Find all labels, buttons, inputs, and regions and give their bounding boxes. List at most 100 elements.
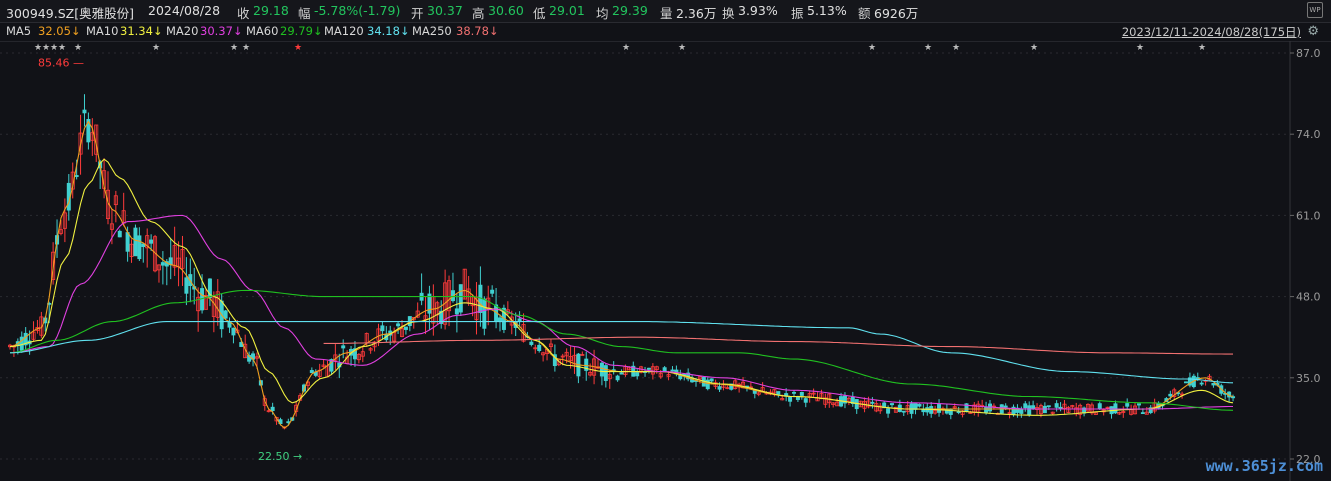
candle-body	[788, 396, 793, 402]
amplitude-label: 振	[791, 6, 804, 21]
date-range-link[interactable]: 2023/12/11-2024/08/28(175日)	[1122, 24, 1301, 40]
ma20-label: MA20	[166, 24, 199, 38]
ma120-label: MA120	[324, 24, 364, 38]
candle-body	[615, 375, 620, 381]
ma10-value: 31.34↓	[120, 24, 163, 38]
candle-body	[1140, 412, 1145, 415]
candle-body	[396, 323, 401, 327]
star-marker: ★	[622, 43, 630, 53]
site-watermark: www.365jz.com	[1205, 457, 1323, 475]
star-marker: ★	[952, 43, 960, 53]
candle-body	[917, 404, 922, 407]
quote-header: 300949.SZ[奥雅股份] 2024/08/28 收 29.18 幅 -5.…	[0, 0, 1331, 23]
candle-body	[133, 227, 138, 257]
candle-body	[1023, 403, 1028, 409]
candle-body	[776, 391, 781, 395]
kline-chart[interactable]: 87.074.061.048.035.022.085.46 —22.50 →★ ★…	[0, 41, 1331, 481]
candle-body	[82, 109, 87, 114]
amplitude-value: 5.13%	[807, 3, 847, 18]
high-value: 30.60	[488, 3, 524, 18]
candle-body	[309, 370, 314, 374]
candle-body	[956, 411, 961, 414]
ma-line-ma250	[323, 336, 1233, 355]
candle-body	[599, 362, 604, 377]
candle-body	[886, 408, 891, 414]
candle-body	[901, 410, 906, 413]
change-value: -5.78%(-1.79)	[314, 3, 401, 18]
candle-body	[984, 406, 989, 413]
candle-body	[497, 317, 502, 322]
avg-value: 29.39	[612, 3, 648, 18]
candle-body	[662, 367, 667, 372]
candle-body	[160, 262, 165, 266]
min-price-label: 22.50 →	[258, 450, 302, 463]
star-marker: ★	[294, 43, 302, 53]
star-marker: ★	[242, 43, 250, 53]
candle-body	[403, 326, 408, 330]
turnover-value: 3.93%	[738, 3, 778, 18]
ma60-value: 29.79↓	[280, 24, 323, 38]
candle-body	[517, 318, 522, 322]
low-value: 29.01	[549, 3, 585, 18]
candle-body	[482, 298, 487, 329]
candle-body	[537, 344, 542, 351]
candle-body	[149, 239, 154, 244]
candle-body	[529, 341, 534, 345]
stock-code[interactable]: 300949.SZ[奥雅股份]	[6, 3, 134, 22]
candle-body	[792, 391, 797, 394]
candle-body	[1027, 405, 1032, 415]
ma-line-ma20	[9, 214, 1233, 410]
star-marker: ★	[1136, 43, 1144, 53]
y-tick-label: 48.0	[1296, 291, 1321, 304]
low-label: 低	[533, 6, 546, 21]
candle-body	[1125, 403, 1130, 407]
high-label: 高	[472, 6, 485, 21]
open-label: 开	[411, 6, 424, 21]
ma5-label: MA5	[6, 24, 32, 38]
amount-value: 6926万	[874, 6, 919, 21]
candle-body	[635, 372, 640, 377]
candle-body	[870, 401, 875, 404]
candle-body	[270, 406, 275, 412]
star-marker: ★	[1198, 43, 1206, 53]
candle-body	[1058, 406, 1063, 409]
candle-body	[1184, 381, 1189, 384]
ma250-label: MA250	[412, 24, 452, 38]
candle-body	[1046, 405, 1051, 408]
candle-body	[458, 284, 463, 313]
star-marker: ★	[58, 43, 66, 53]
candle-body	[341, 345, 346, 349]
star-marker: ★	[50, 43, 58, 53]
star-marker: ★	[74, 43, 82, 53]
star-marker: ★	[868, 43, 876, 53]
star-marker: ★	[34, 43, 42, 53]
candle-body	[1054, 403, 1059, 408]
star-marker: ★	[230, 43, 238, 53]
star-marker: ★	[152, 43, 160, 53]
candle-body	[646, 367, 651, 370]
candle-body	[231, 327, 236, 336]
candle-body	[1097, 403, 1102, 410]
candle-body	[1113, 403, 1118, 414]
candle-body	[1199, 382, 1204, 385]
star-marker: ★	[678, 43, 686, 53]
close-label: 收	[237, 6, 250, 21]
gear-icon[interactable]: ⚙	[1307, 24, 1319, 39]
y-tick-label: 74.0	[1296, 128, 1321, 141]
ma60-label: MA60	[246, 24, 279, 38]
candle-body	[619, 372, 624, 375]
candle-body	[709, 378, 714, 382]
candle-body	[490, 289, 495, 294]
ma5-value: 32.05↓	[38, 24, 81, 38]
ma-legend: MA5 32.05↓ MA10 31.34↓ MA20 30.37↓ MA60 …	[0, 22, 1331, 42]
ma120-value: 34.18↓	[367, 24, 410, 38]
candle-body	[137, 235, 142, 260]
quote-date: 2024/08/28	[148, 3, 221, 18]
wp-badge-icon[interactable]: WP	[1307, 2, 1323, 18]
candle-body	[937, 404, 942, 413]
ma20-value: 30.37↓	[200, 24, 243, 38]
candle-body	[603, 365, 608, 381]
candle-body	[670, 369, 675, 372]
avg-label: 均	[596, 6, 609, 21]
candle-body	[799, 392, 804, 396]
